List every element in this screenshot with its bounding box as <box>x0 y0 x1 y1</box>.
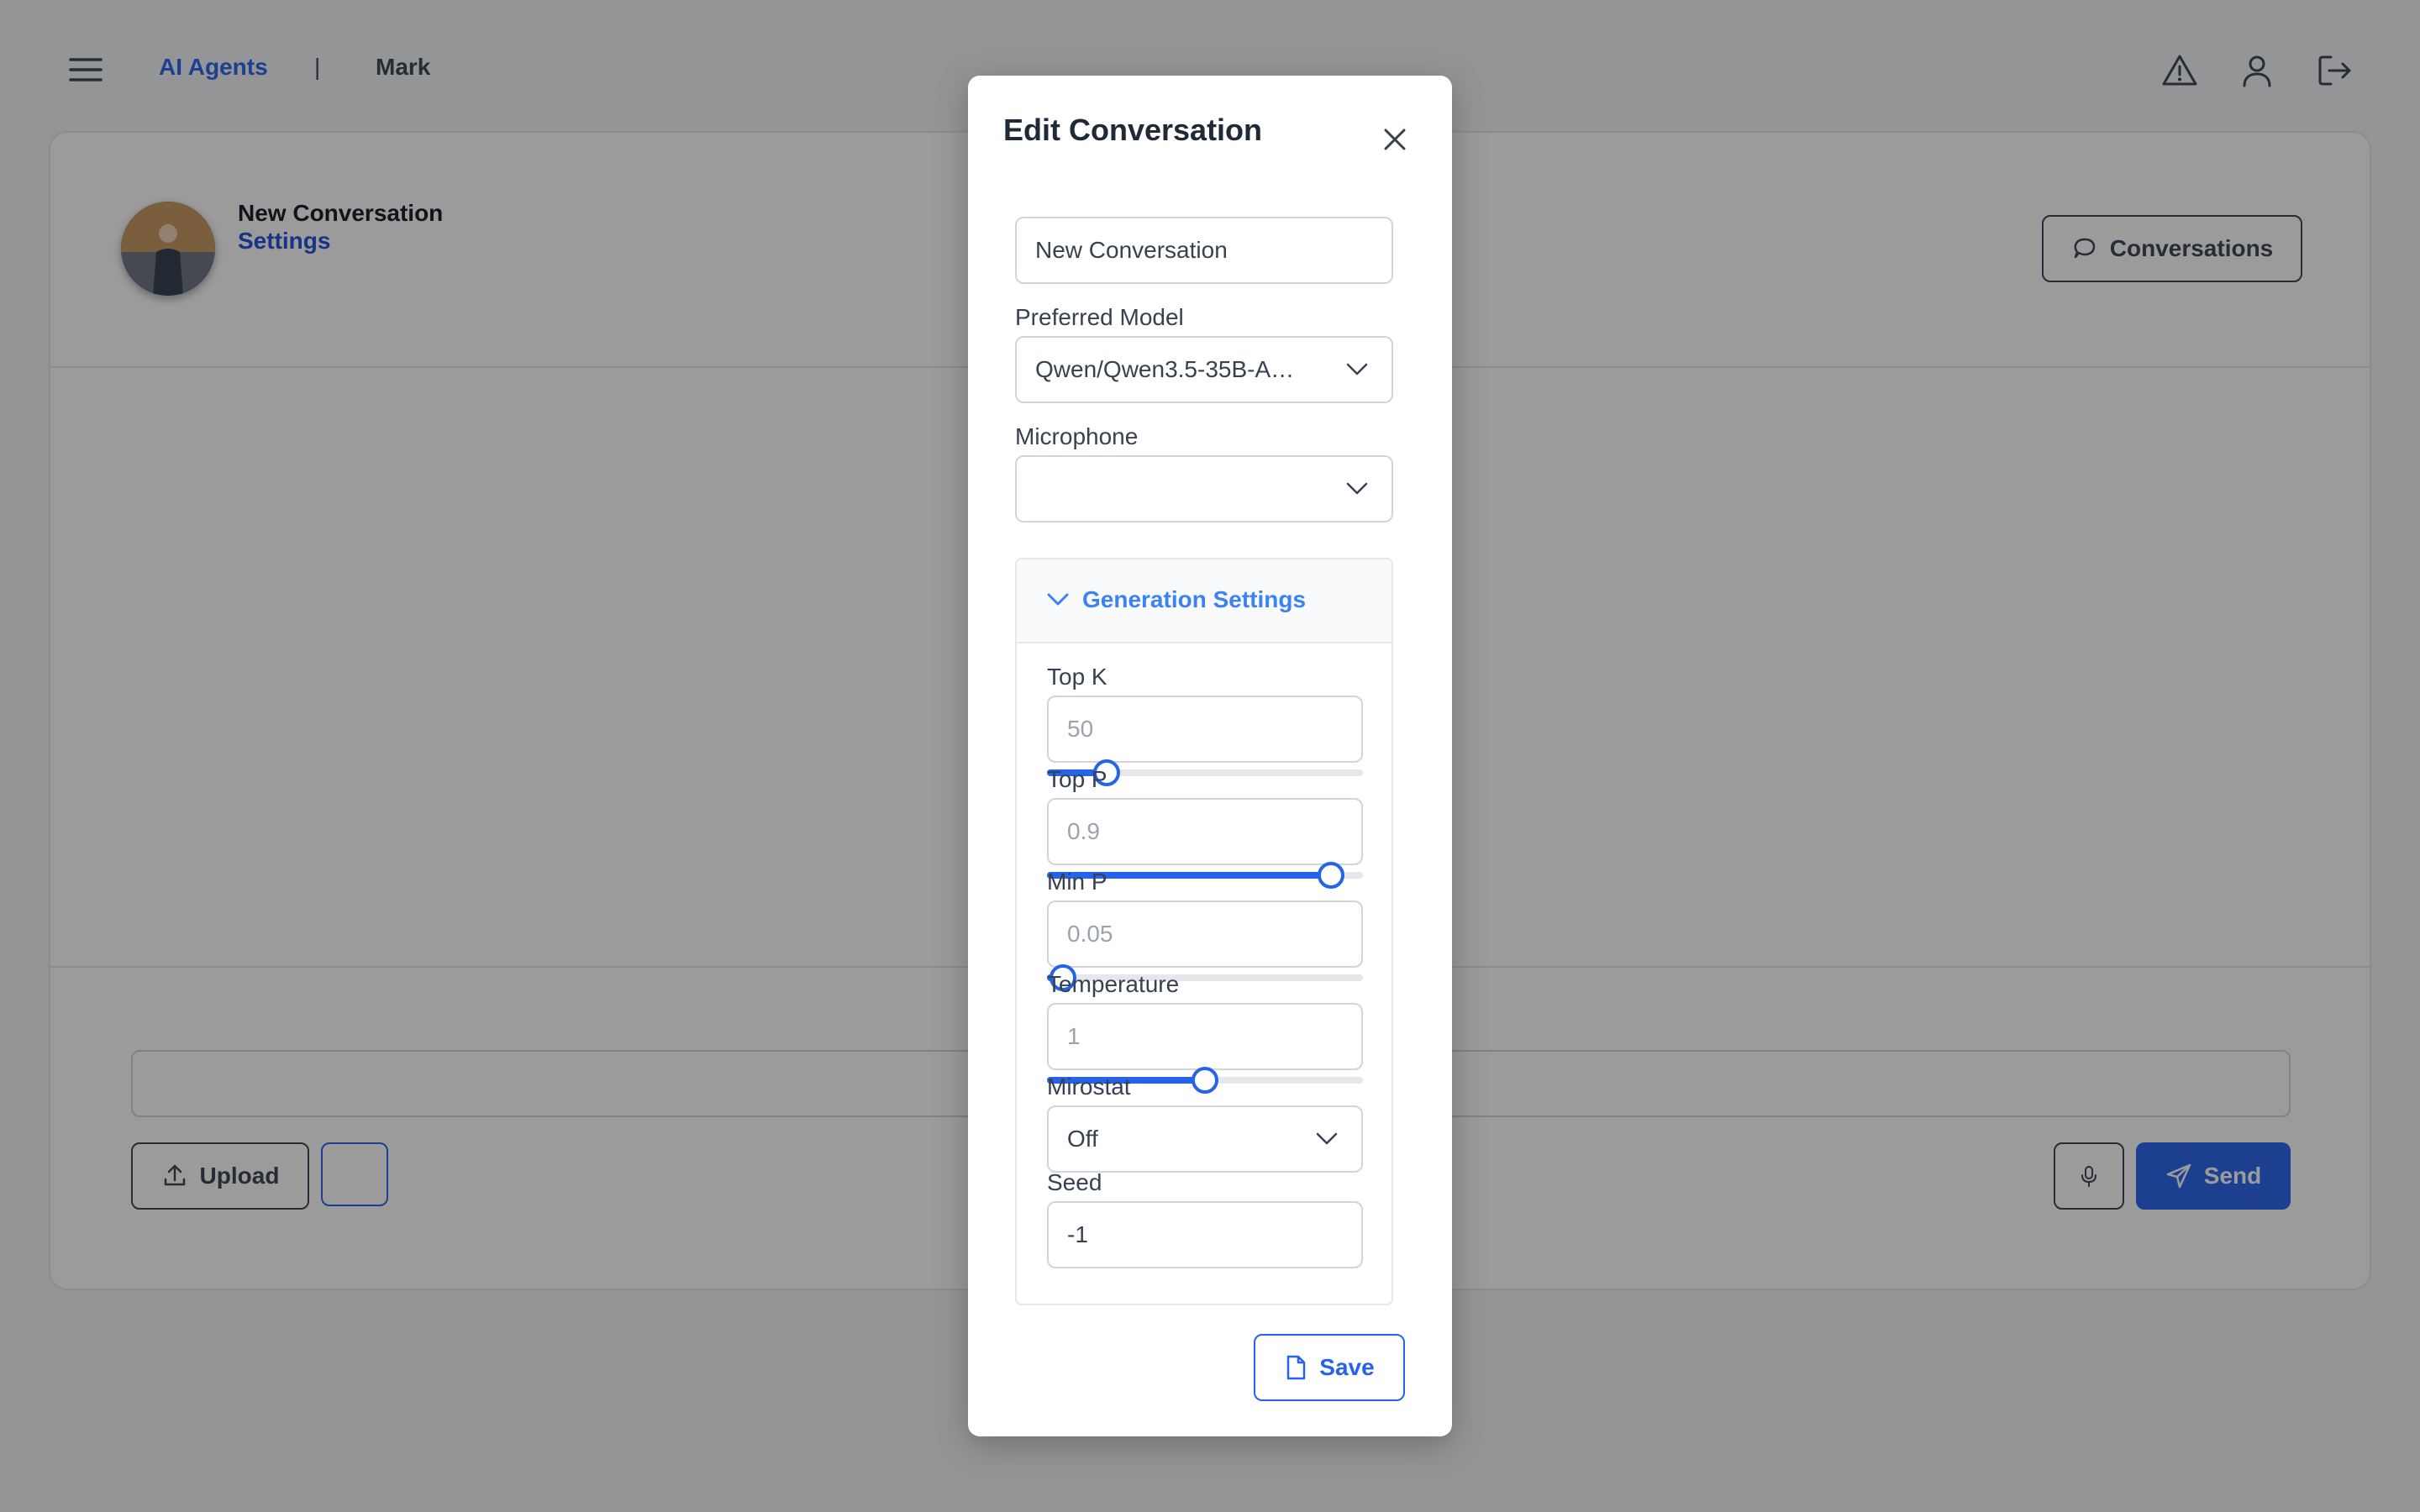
top-p-label: Top P <box>1047 766 1107 792</box>
conversation-name-value: New Conversation <box>1035 237 1228 263</box>
modal-title: Edit Conversation <box>1003 113 1263 147</box>
mirostat-value: Off <box>1067 1126 1098 1152</box>
temperature-slider-thumb[interactable] <box>1192 1067 1218 1094</box>
mirostat-label: Mirostat <box>1047 1074 1131 1100</box>
generation-settings-panel: Generation Settings Top K 50 Top P 0.9 M… <box>1015 558 1393 1305</box>
generation-settings-title: Generation Settings <box>1082 586 1307 612</box>
min-p-input[interactable]: 0.05 <box>1047 900 1363 968</box>
generation-settings-toggle[interactable]: Generation Settings <box>1017 559 1392 643</box>
top-k-input[interactable]: 50 <box>1047 696 1363 763</box>
min-p-label: Min P <box>1047 869 1107 895</box>
chevron-down-icon <box>1316 1132 1338 1146</box>
min-p-value: 0.05 <box>1067 921 1113 947</box>
preferred-model-label: Preferred Model <box>1015 304 1184 330</box>
top-p-value: 0.9 <box>1067 818 1100 844</box>
top-k-label: Top K <box>1047 664 1107 690</box>
chevron-down-icon <box>1346 363 1368 376</box>
preferred-model-value: Qwen/Qwen3.5-35B-A… <box>1035 356 1295 382</box>
close-icon[interactable] <box>1376 121 1413 158</box>
save-button-label: Save <box>1319 1354 1375 1380</box>
seed-label: Seed <box>1047 1169 1102 1195</box>
microphone-label: Microphone <box>1015 423 1139 449</box>
conversation-name-input[interactable]: New Conversation <box>1015 217 1393 284</box>
chevron-down-icon <box>1346 482 1368 496</box>
chevron-down-icon <box>1047 593 1069 606</box>
file-icon <box>1284 1354 1307 1381</box>
temperature-label: Temperature <box>1047 971 1180 997</box>
top-k-value: 50 <box>1067 716 1094 742</box>
temperature-input[interactable]: 1 <box>1047 1003 1363 1070</box>
top-p-input[interactable]: 0.9 <box>1047 798 1363 865</box>
top-p-slider-thumb[interactable] <box>1318 862 1345 889</box>
save-button[interactable]: Save <box>1254 1334 1405 1401</box>
temperature-value: 1 <box>1067 1023 1081 1049</box>
edit-conversation-modal: Edit Conversation New Conversation Prefe… <box>968 76 1452 1436</box>
preferred-model-select[interactable]: Qwen/Qwen3.5-35B-A… <box>1015 336 1393 403</box>
microphone-select[interactable] <box>1015 455 1393 522</box>
seed-input[interactable]: -1 <box>1047 1201 1363 1268</box>
mirostat-select[interactable]: Off <box>1047 1105 1363 1173</box>
seed-value: -1 <box>1067 1221 1088 1247</box>
